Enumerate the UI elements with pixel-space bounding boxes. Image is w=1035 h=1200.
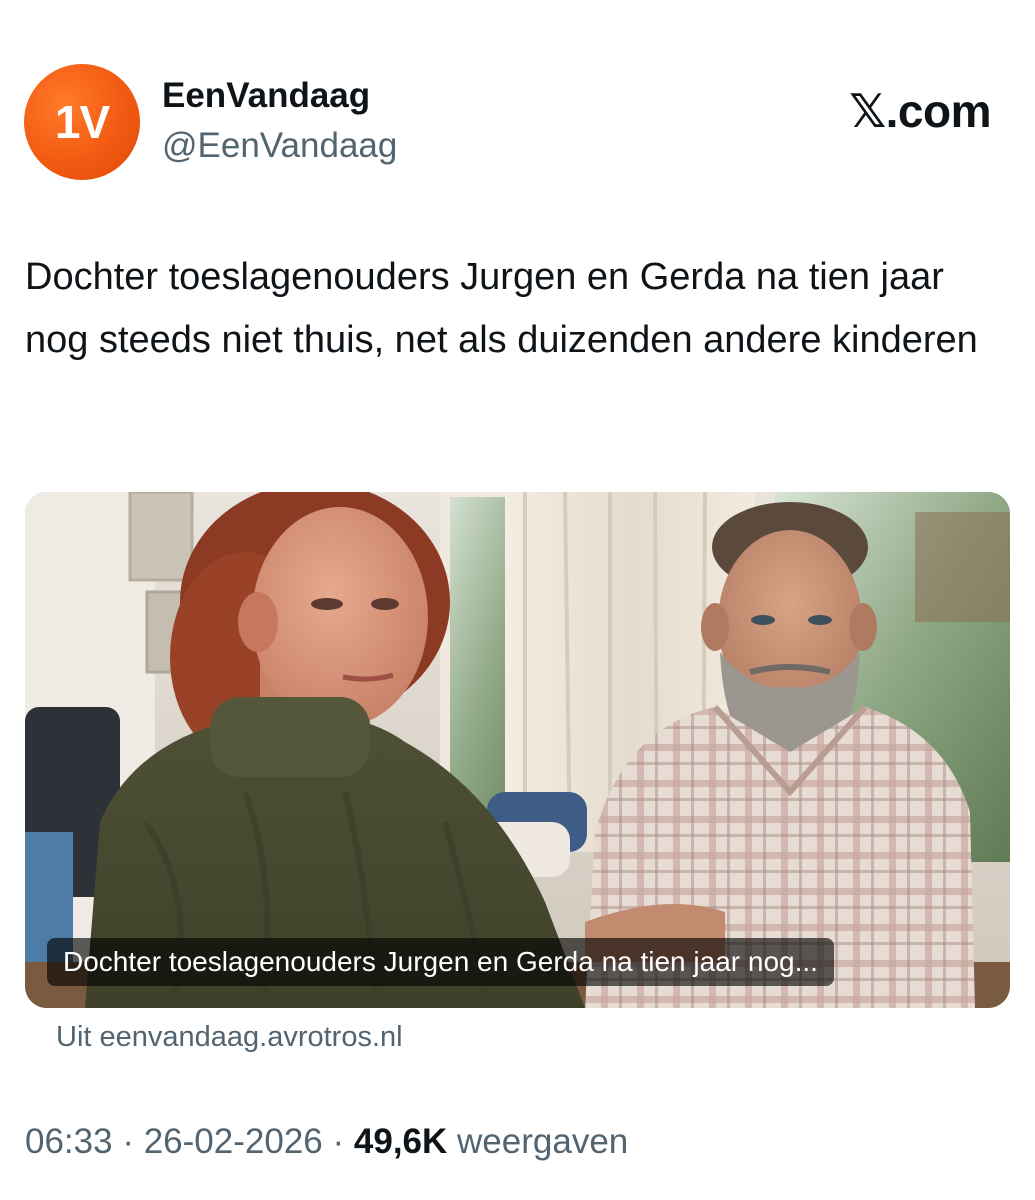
tweet-meta: 06:33 · 26-02-2026 · 49,6K weergaven xyxy=(25,1122,628,1162)
author-avatar[interactable]: 1V xyxy=(24,64,140,180)
x-logo: 𝕏.com xyxy=(849,85,991,137)
link-preview-card[interactable]: Dochter toeslagenouders Jurgen en Gerda … xyxy=(25,492,1010,1008)
view-count-label: weergaven xyxy=(457,1122,629,1161)
card-source-domain[interactable]: Uit eenvandaag.avrotros.nl xyxy=(56,1021,403,1054)
tweet-time[interactable]: 06:33 xyxy=(25,1122,113,1161)
preview-image xyxy=(25,492,1010,1008)
author-handle[interactable]: @EenVandaag xyxy=(162,126,397,166)
avatar-logo-text: 1V xyxy=(54,96,110,148)
tweet-date[interactable]: 26-02-2026 xyxy=(144,1122,323,1161)
meta-separator: · xyxy=(122,1122,134,1161)
view-count[interactable]: 49,6K xyxy=(354,1122,447,1161)
card-title-overlay: Dochter toeslagenouders Jurgen en Gerda … xyxy=(47,938,834,986)
meta-separator: · xyxy=(332,1122,345,1161)
author-display-name[interactable]: EenVandaag xyxy=(162,76,370,116)
tweet-text: Dochter toeslagenouders Jurgen en Gerda … xyxy=(25,256,978,361)
